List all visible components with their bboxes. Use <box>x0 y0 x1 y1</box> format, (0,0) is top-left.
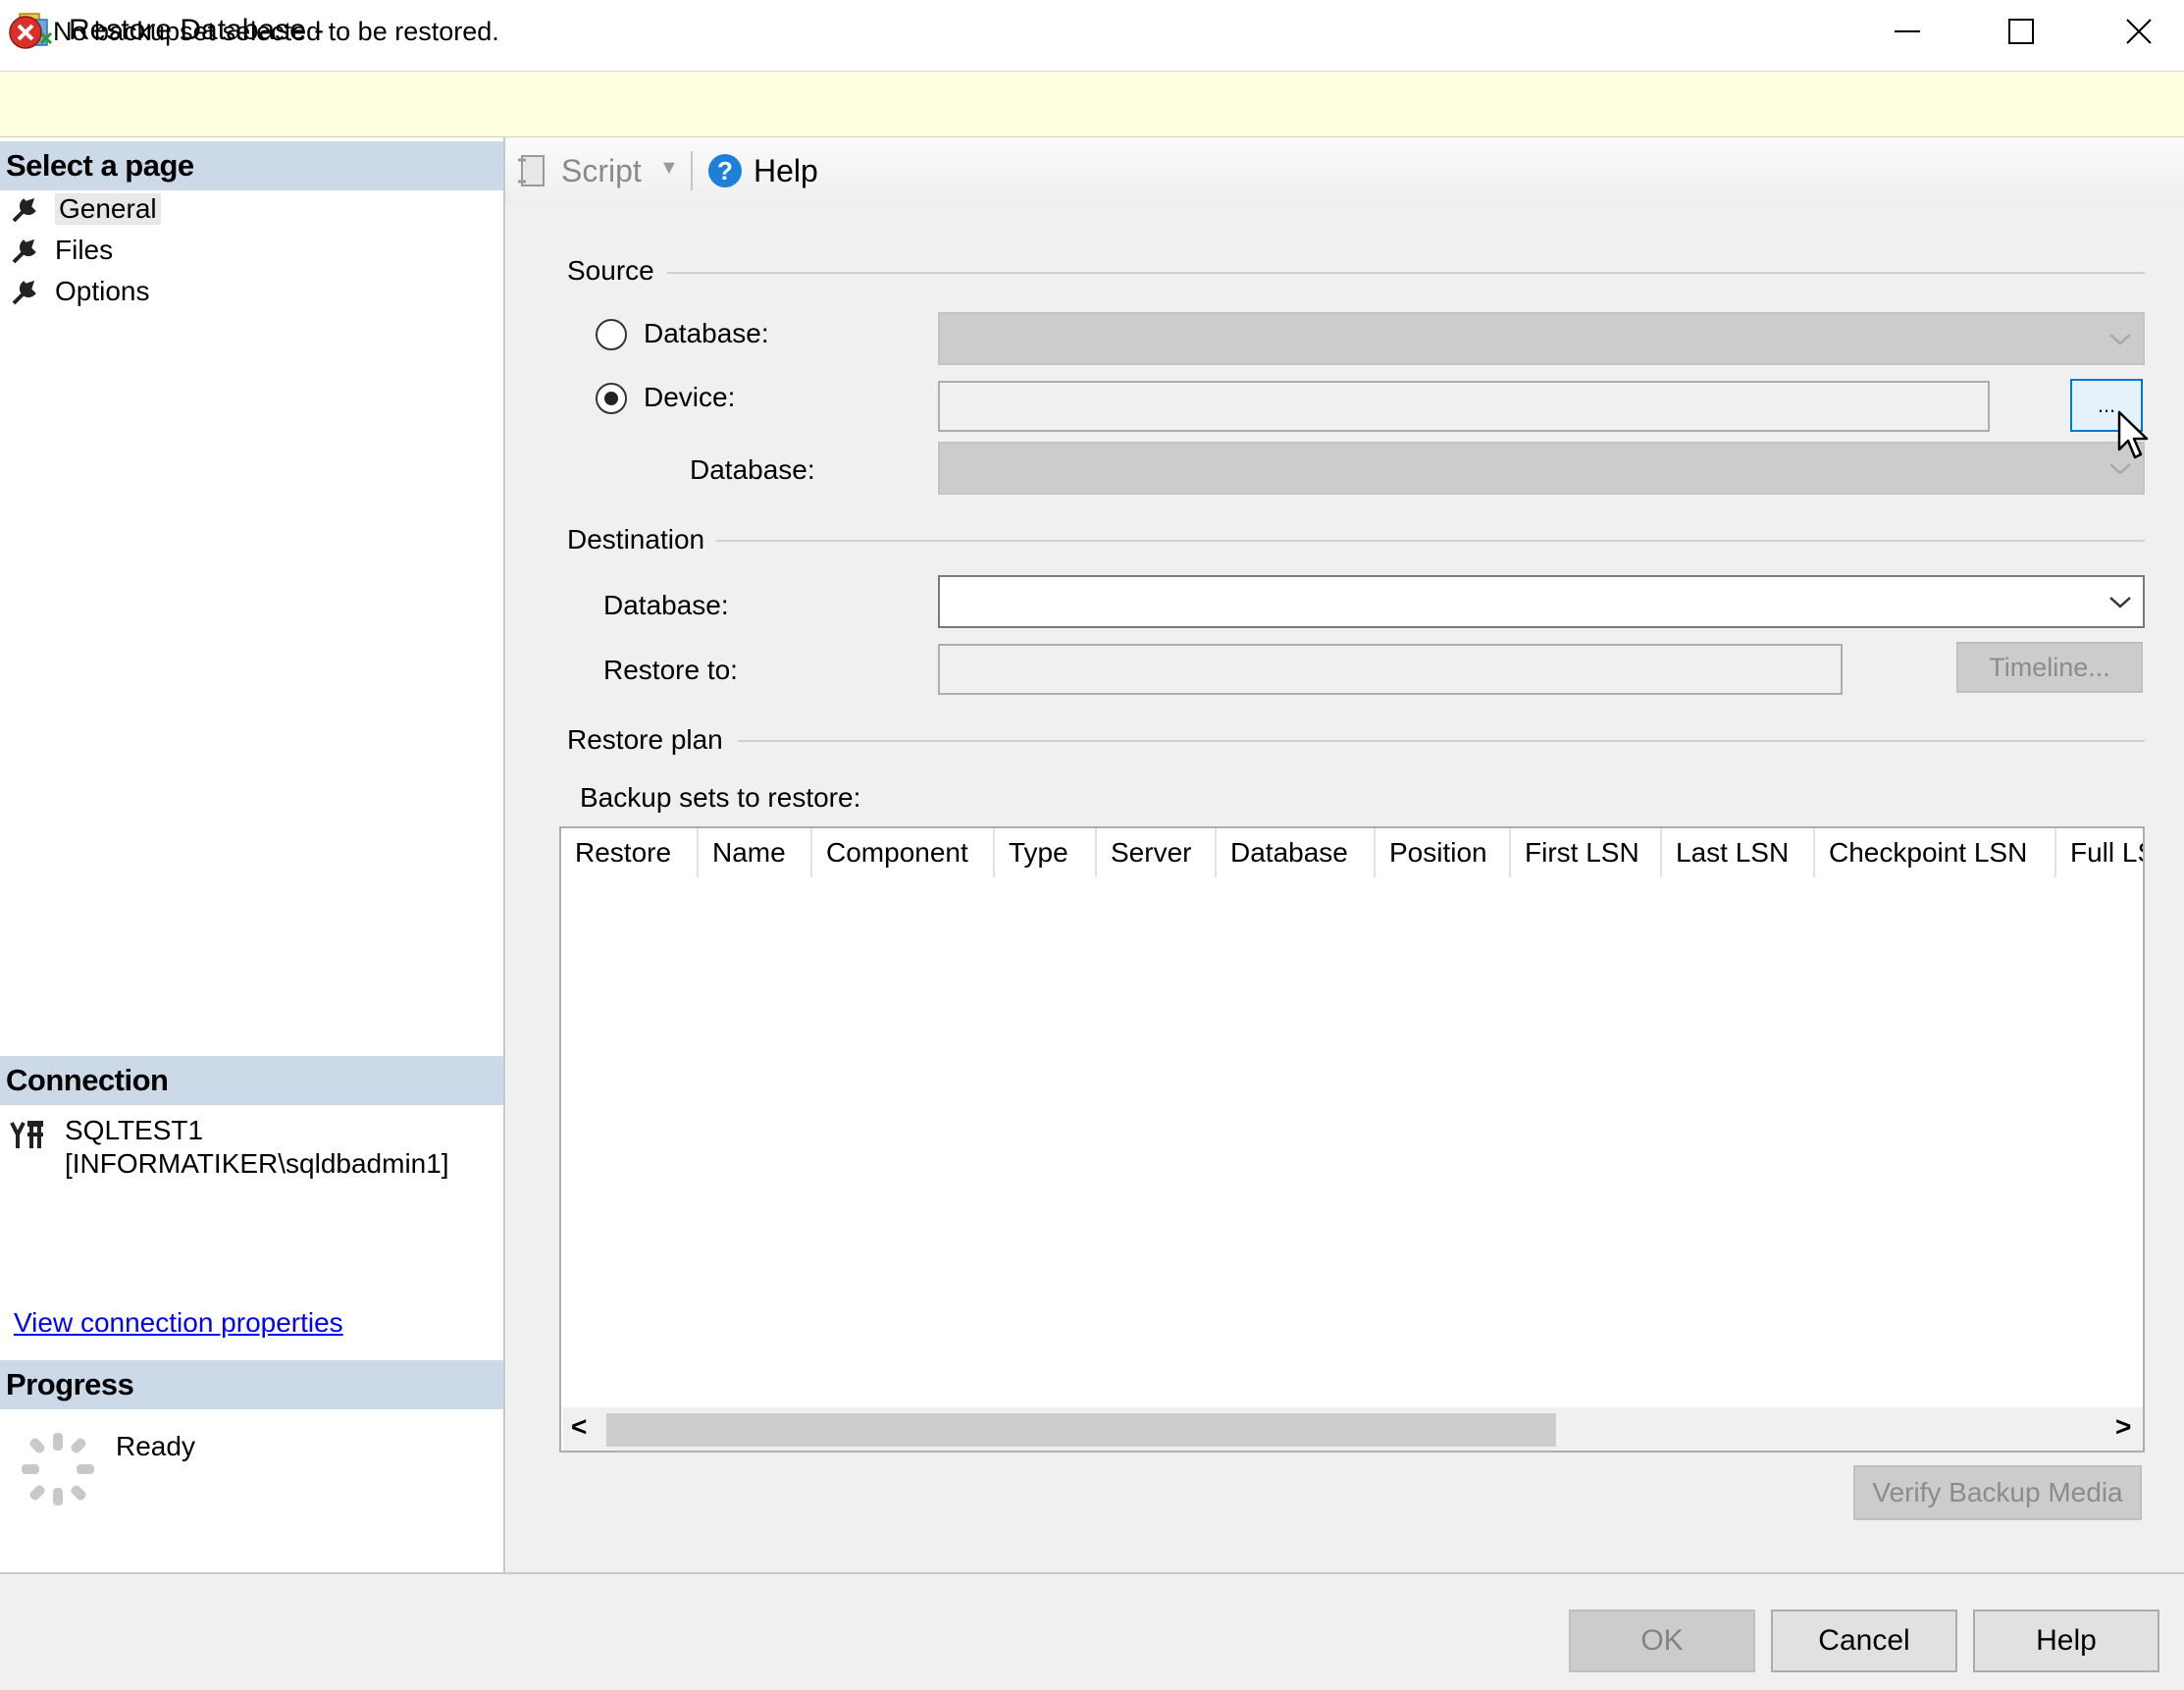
chevron-down-icon <box>2109 334 2131 345</box>
connection-server: SQLTEST1 <box>65 1115 204 1145</box>
progress-status: Ready <box>116 1431 195 1461</box>
info-message: No backupset selected to be restored. <box>53 17 499 46</box>
progress-header: Progress <box>0 1360 503 1409</box>
help-button[interactable]: Help <box>1973 1610 2159 1672</box>
verify-button-label: Verify Backup Media <box>1872 1477 2123 1507</box>
device-radio[interactable] <box>596 383 627 414</box>
ok-button-label: OK <box>1640 1624 1684 1657</box>
column-header-type[interactable]: Type <box>995 828 1097 877</box>
column-header-server[interactable]: Server <box>1097 828 1217 877</box>
horizontal-scrollbar[interactable]: < > <box>563 1407 2143 1451</box>
help-button-label: Help <box>2036 1624 2097 1657</box>
maximize-icon <box>2008 19 2034 44</box>
script-label: Script <box>561 152 642 188</box>
wrench-icon <box>12 238 36 264</box>
cancel-button-label: Cancel <box>1818 1624 1910 1657</box>
server-connection-icon <box>10 1121 43 1148</box>
column-header-first-lsn[interactable]: First LSN <box>1511 828 1662 877</box>
restore-plan-group-label: Restore plan <box>567 724 735 756</box>
ok-button[interactable]: OK <box>1569 1610 1755 1672</box>
page-files[interactable]: Files <box>10 231 113 270</box>
script-icon <box>518 155 545 186</box>
svg-text:?: ? <box>717 156 733 185</box>
footer-separator <box>0 1572 2184 1574</box>
column-header-component[interactable]: Component <box>812 828 995 877</box>
device-database-label: Database: <box>690 454 815 485</box>
column-header-database[interactable]: Database <box>1217 828 1376 877</box>
view-connection-properties-link[interactable]: View connection properties <box>14 1307 343 1339</box>
page-general[interactable]: General <box>10 189 161 229</box>
page-files-label: Files <box>55 235 114 265</box>
scroll-left-arrow[interactable]: < <box>571 1411 587 1443</box>
verify-backup-media-button[interactable]: Verify Backup Media <box>1853 1465 2142 1520</box>
restore-to-field <box>938 644 1843 695</box>
mouse-cursor-icon <box>2117 410 2149 459</box>
select-page-header: Select a page <box>0 141 503 190</box>
chevron-down-icon <box>2109 597 2131 608</box>
close-icon <box>2126 19 2152 44</box>
source-database-select <box>938 312 2145 365</box>
column-header-position[interactable]: Position <box>1376 828 1511 877</box>
help-label: Help <box>754 152 818 188</box>
toolbar-separator <box>691 151 693 190</box>
source-group-label: Source <box>567 255 666 287</box>
backup-sets-grid[interactable]: Restore Name Component Type Server Datab… <box>559 826 2145 1452</box>
column-header-last-lsn[interactable]: Last LSN <box>1662 828 1815 877</box>
destination-database-label: Database: <box>603 590 729 620</box>
connection-header: Connection <box>0 1056 503 1105</box>
device-path-field <box>938 381 1990 432</box>
script-dropdown-arrow[interactable]: ▼ <box>659 157 679 180</box>
backup-sets-label: Backup sets to restore: <box>580 782 861 813</box>
script-button[interactable]: Script <box>516 147 642 194</box>
toolbar-help-button[interactable]: ? Help <box>706 147 818 194</box>
help-icon: ? <box>708 154 742 187</box>
column-header-full-lsn[interactable]: Full LSN <box>2056 828 2143 877</box>
left-panel <box>0 137 505 1572</box>
wrench-icon <box>12 197 36 223</box>
column-header-checkpoint-lsn[interactable]: Checkpoint LSN <box>1815 828 2056 877</box>
column-header-name[interactable]: Name <box>699 828 812 877</box>
device-database-select <box>938 442 2145 495</box>
page-general-label: General <box>55 193 161 225</box>
wrench-icon <box>12 280 36 305</box>
minimize-button[interactable] <box>1866 8 1949 55</box>
progress-spinner-icon <box>22 1433 94 1505</box>
minimize-icon <box>1895 30 1920 32</box>
maximize-button[interactable] <box>1980 8 2062 55</box>
database-radio-label: Database: <box>644 318 769 348</box>
restore-to-label: Restore to: <box>603 655 738 685</box>
error-icon <box>9 16 42 49</box>
timeline-button[interactable]: Timeline... <box>1956 642 2143 693</box>
connection-user: [INFORMATIKER\sqldbadmin1] <box>65 1148 449 1179</box>
source-group-line <box>667 272 2145 274</box>
browse-button-label: ... <box>2097 393 2116 417</box>
column-header-restore[interactable]: Restore <box>561 828 699 877</box>
scroll-right-arrow[interactable]: > <box>2115 1411 2131 1443</box>
destination-group-line <box>716 540 2145 542</box>
cancel-button[interactable]: Cancel <box>1771 1610 1957 1672</box>
device-radio-label: Device: <box>644 382 736 412</box>
close-button[interactable] <box>2098 8 2180 55</box>
info-bar <box>0 72 2184 137</box>
database-radio[interactable] <box>596 319 627 350</box>
destination-group-label: Destination <box>567 524 717 555</box>
page-options-label: Options <box>55 276 150 306</box>
timeline-button-label: Timeline... <box>1989 652 2110 682</box>
destination-database-select[interactable] <box>938 575 2145 628</box>
restore-plan-group-line <box>738 740 2145 742</box>
page-options[interactable]: Options <box>10 272 150 311</box>
scrollbar-thumb[interactable] <box>606 1413 1556 1447</box>
device-radio-selected-dot <box>604 392 618 405</box>
